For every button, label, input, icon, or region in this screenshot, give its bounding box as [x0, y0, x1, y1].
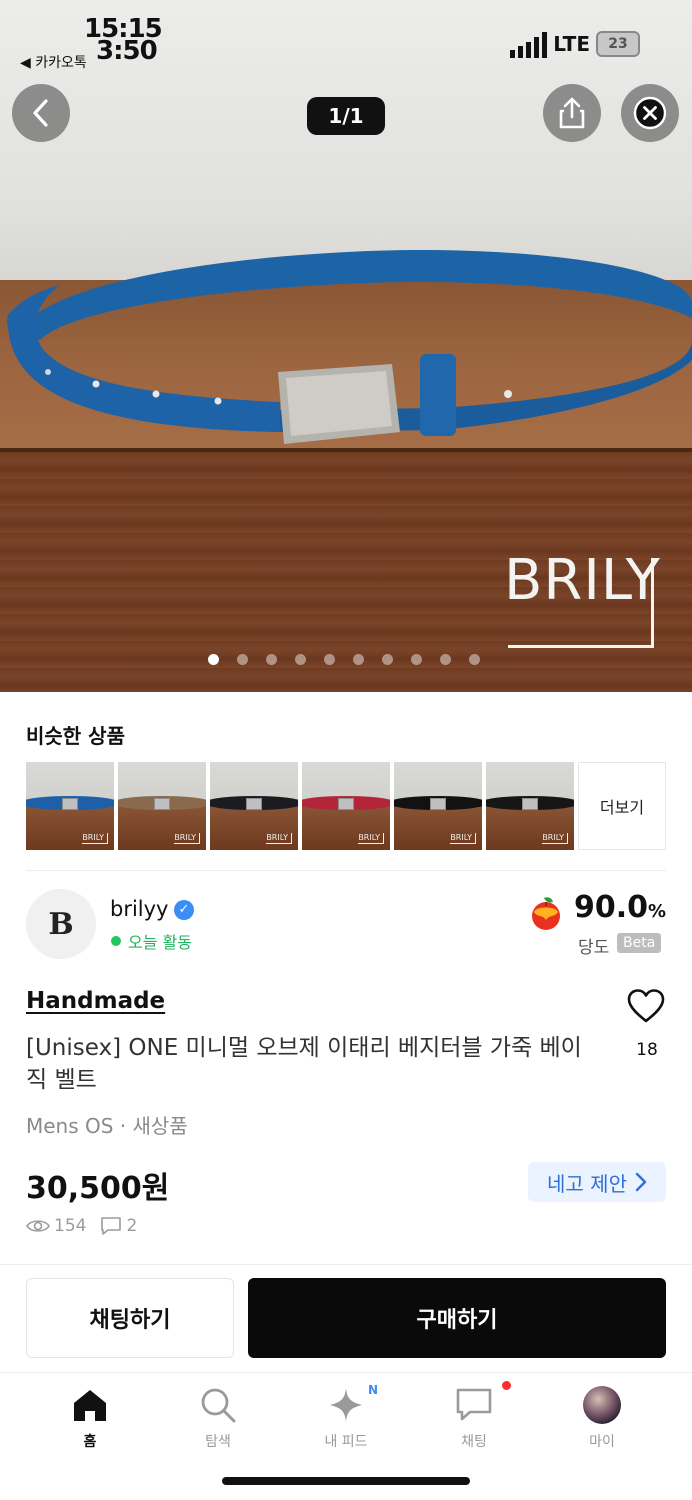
carousel-dot[interactable]	[353, 654, 364, 665]
tab-my-feed[interactable]: N 내 피드	[296, 1383, 396, 1451]
chat-button[interactable]: 채팅하기	[26, 1278, 234, 1358]
seller-name[interactable]: brilyy	[110, 897, 169, 921]
product-stats: 154 2	[26, 1216, 137, 1236]
thumb-brand: BRILY	[358, 833, 384, 844]
view-count: 154	[54, 1216, 87, 1236]
similar-product-thumb[interactable]: BRILY	[118, 762, 206, 850]
network-label: LTE	[553, 32, 590, 56]
sweetness-score: 90.0%	[574, 890, 667, 925]
carousel-dot[interactable]	[469, 654, 480, 665]
home-icon	[74, 1390, 106, 1421]
carousel-dot[interactable]	[324, 654, 335, 665]
seller-activity: 오늘 활동	[128, 933, 192, 952]
chat-icon	[456, 1388, 492, 1421]
verified-check-icon: ✓	[174, 900, 194, 920]
similar-product-thumb[interactable]: BRILY	[210, 762, 298, 850]
tab-label: 마이	[589, 1434, 615, 1450]
carousel-dot[interactable]	[440, 654, 451, 665]
thumb-buckle	[338, 798, 354, 810]
thumb-buckle	[246, 798, 262, 810]
divider	[26, 870, 666, 871]
thumb-buckle	[430, 798, 446, 810]
watermark-text: BRILY	[504, 548, 661, 613]
signal-icon	[510, 30, 548, 58]
product-price: 30,500원	[26, 1171, 170, 1206]
image-pager: 1/1	[307, 97, 385, 135]
beta-badge: Beta	[617, 933, 662, 953]
comment-icon	[101, 1217, 122, 1235]
carousel-dot[interactable]	[237, 654, 248, 665]
thumb-brand: BRILY	[82, 833, 108, 844]
tab-label: 채팅	[461, 1434, 487, 1450]
comment-count: 2	[126, 1216, 138, 1236]
status-bar: 15:15 3:50 ◀ 카카오톡 LTE 23	[0, 0, 692, 80]
price-offer-button[interactable]: 네고 제안	[528, 1162, 666, 1202]
sweetness-label: 당도	[578, 938, 610, 958]
tab-label: 내 피드	[324, 1434, 368, 1450]
tab-my[interactable]: 마이	[552, 1383, 652, 1451]
chevron-right-icon	[635, 1172, 647, 1192]
more-similar-button[interactable]: 더보기	[578, 762, 666, 850]
thumb-brand: BRILY	[266, 833, 292, 844]
similar-product-thumb[interactable]: BRILY	[394, 762, 482, 850]
offer-label: 네고 제안	[547, 1171, 627, 1196]
search-icon	[201, 1388, 236, 1423]
similar-product-thumb[interactable]: BRILY	[302, 762, 390, 850]
brand-watermark: BRILY	[500, 548, 660, 650]
carousel-dot[interactable]	[295, 654, 306, 665]
seller-avatar[interactable]: B	[26, 889, 96, 959]
thumb-brand: BRILY	[174, 833, 200, 844]
thumb-buckle	[62, 798, 78, 810]
product-title: [Unisex] ONE 미니멀 오브제 이태리 베지터블 가죽 베이직 벨트	[26, 1035, 582, 1093]
carousel-dot[interactable]	[266, 654, 277, 665]
tab-label: 홈	[83, 1434, 97, 1450]
home-indicator	[222, 1477, 470, 1485]
thumb-buckle	[522, 798, 538, 810]
close-button[interactable]	[621, 84, 679, 142]
new-badge: N	[368, 1383, 379, 1397]
back-button[interactable]	[12, 84, 70, 142]
tab-explore[interactable]: 탐색	[168, 1383, 268, 1451]
like-count: 18	[636, 1040, 658, 1060]
similar-products-title: 비슷한 상품	[26, 724, 125, 748]
product-meta: Mens OS · 새상품	[26, 1114, 188, 1138]
eye-icon	[26, 1220, 50, 1232]
brand-link[interactable]: Handmade	[26, 988, 165, 1014]
notification-dot	[502, 1381, 511, 1390]
share-button[interactable]	[543, 84, 601, 142]
sparkle-icon	[330, 1388, 362, 1422]
tab-home[interactable]: 홈	[40, 1383, 140, 1451]
carousel-dot[interactable]	[411, 654, 422, 665]
chevron-left-icon	[33, 99, 48, 127]
thumb-brand: BRILY	[450, 833, 476, 844]
back-to-app-link[interactable]: ◀ 카카오톡	[20, 52, 87, 72]
buy-button[interactable]: 구매하기	[248, 1278, 666, 1358]
battery-icon: 23	[596, 31, 640, 57]
like-heart-icon[interactable]	[626, 988, 666, 1024]
sweetness-fruit-icon	[532, 897, 560, 930]
status-time-overlay: 3:50	[96, 36, 158, 66]
similar-product-thumb[interactable]: BRILY	[486, 762, 574, 850]
tab-label: 탐색	[205, 1434, 231, 1450]
carousel-dots	[208, 654, 480, 665]
close-icon	[633, 96, 667, 130]
carousel-dot[interactable]	[208, 654, 219, 665]
profile-avatar	[583, 1386, 621, 1424]
similar-product-thumb[interactable]: BRILY	[26, 762, 114, 850]
share-icon	[559, 97, 585, 129]
similar-products-list: BRILY BRILY BRILY BRILY BRILY BRILY 더보기	[26, 762, 666, 850]
thumb-buckle	[154, 798, 170, 810]
carousel-dot[interactable]	[382, 654, 393, 665]
online-status-dot	[111, 936, 121, 946]
tab-chat[interactable]: 채팅	[424, 1381, 524, 1451]
thumb-brand: BRILY	[542, 833, 568, 844]
